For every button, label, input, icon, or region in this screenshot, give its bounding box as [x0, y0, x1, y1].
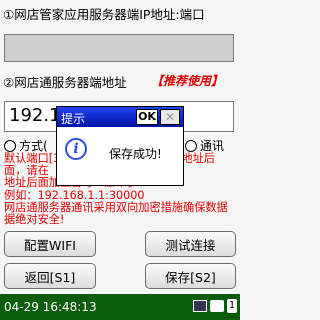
ip-port-label: ①网店管家应用服务器端IP地址:端口	[3, 7, 205, 22]
dialog-titlebar: 提示 OK ✕	[57, 107, 183, 127]
system-tray: 1	[193, 299, 237, 313]
note-line: 据绝对安全!	[4, 213, 65, 227]
back-button[interactable]: 返回[S1]	[4, 263, 96, 289]
input-method-icon[interactable]: 1	[227, 299, 237, 313]
save-button[interactable]: 保存[S2]	[145, 263, 236, 289]
ok-button[interactable]: OK	[136, 109, 158, 125]
test-connection-button[interactable]: 测试连接	[145, 231, 236, 257]
note-line: 例如：192.168.1.1:30000	[4, 188, 145, 202]
radio-circle-icon	[4, 139, 16, 152]
server-address-label: ②网店通服务器端地址	[3, 75, 127, 90]
config-wifi-button[interactable]: 配置WIFI	[4, 231, 96, 257]
ip-port-input[interactable]	[4, 34, 234, 62]
battery-icon	[210, 300, 224, 312]
radio-circle-icon	[185, 139, 197, 152]
dialog-message: 保存成功!	[109, 147, 162, 161]
recommend-badge: 【推荐使用】	[151, 74, 224, 88]
close-icon[interactable]: ✕	[160, 109, 180, 125]
info-icon: i	[65, 138, 87, 160]
clock: 04-29 16:48:13	[4, 300, 97, 314]
message-dialog: 提示 OK ✕ i 保存成功!	[56, 106, 184, 186]
keyboard-icon[interactable]	[193, 300, 207, 312]
taskbar: 04-29 16:48:13 1	[0, 294, 240, 320]
dialog-title: 提示	[61, 112, 86, 126]
